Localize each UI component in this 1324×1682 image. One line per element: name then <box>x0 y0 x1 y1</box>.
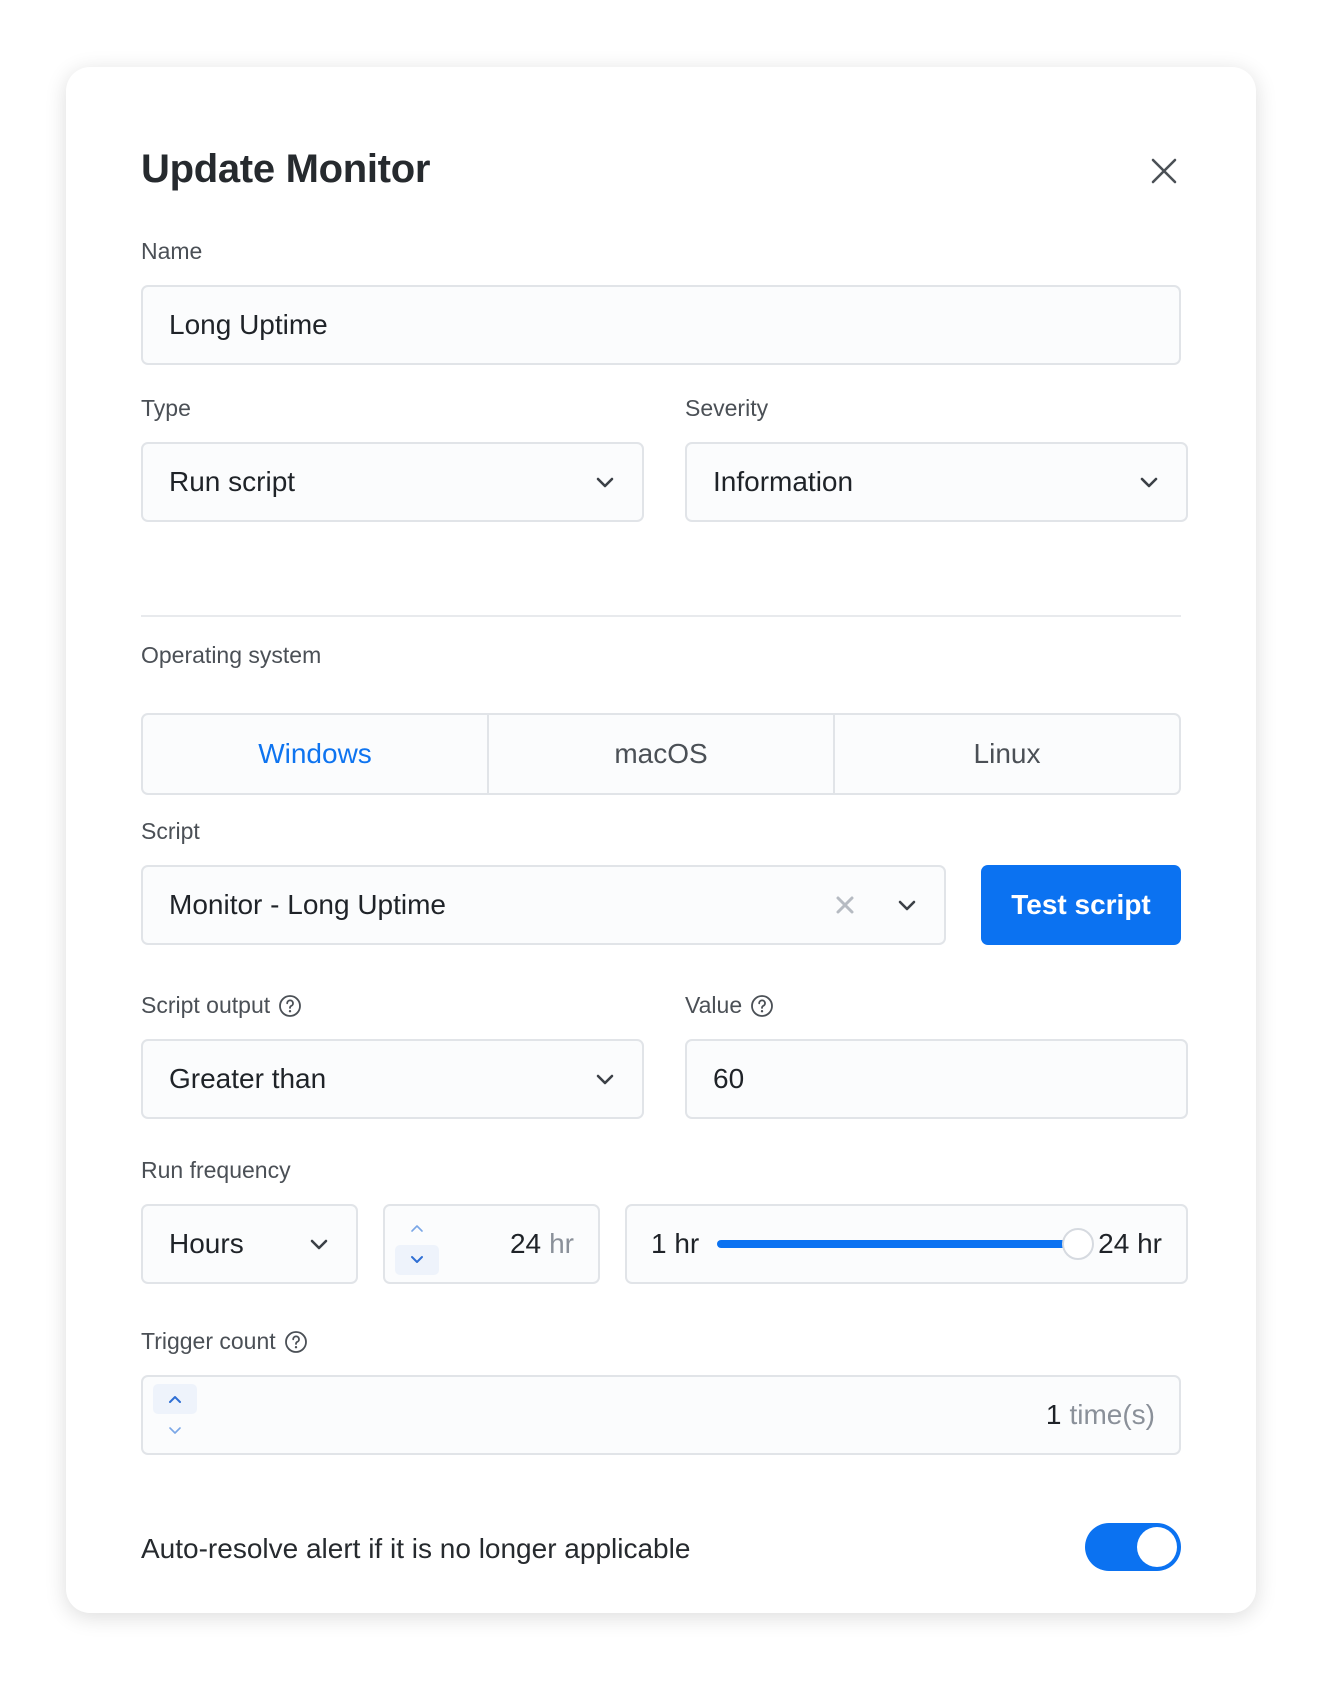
chevron-down-icon <box>1140 477 1158 488</box>
script-output-label-text: Script output <box>141 992 271 1018</box>
type-select[interactable]: Run script <box>141 442 644 522</box>
run-frequency-label-text: Run frequency <box>141 1157 291 1183</box>
name-label-text: Name <box>141 238 203 264</box>
slider-max-label: 24 hr <box>1098 1228 1162 1259</box>
close-icon[interactable] <box>1148 155 1180 187</box>
toggle-knob <box>1137 1527 1177 1567</box>
help-circle-icon[interactable] <box>278 994 302 1018</box>
help-circle-icon[interactable] <box>284 1330 308 1354</box>
value-input-value: 60 <box>713 1063 745 1094</box>
step-down-button[interactable] <box>153 1416 197 1446</box>
help-circle-icon[interactable] <box>750 994 774 1018</box>
dialog-title: Update Monitor <box>141 147 431 191</box>
type-label-text: Type <box>141 395 191 421</box>
name-label: Name <box>141 238 202 265</box>
trigger-count-label: Trigger count <box>141 1328 308 1355</box>
auto-resolve-label: Auto-resolve alert if it is no longer ap… <box>141 1533 691 1564</box>
type-select-value: Run script <box>169 466 296 497</box>
run-frequency-amount-value: 24 <box>509 1228 542 1259</box>
name-input[interactable]: Long Uptime <box>141 285 1181 365</box>
run-frequency-unit-value: Hours <box>169 1228 244 1259</box>
run-frequency-slider[interactable] <box>717 1228 1095 1260</box>
chevron-down-icon <box>310 1239 328 1250</box>
script-output-select[interactable]: Greater than <box>141 1039 644 1119</box>
stepper-buttons <box>395 1213 439 1275</box>
chevron-down-icon <box>596 477 614 488</box>
chevron-down-icon <box>411 1256 423 1263</box>
slider-min-label: 1 hr <box>651 1228 700 1259</box>
script-output-label: Script output <box>141 992 302 1019</box>
slider-thumb[interactable] <box>1062 1228 1095 1260</box>
severity-label-text: Severity <box>685 395 769 421</box>
severity-label: Severity <box>685 395 768 422</box>
step-down-button[interactable] <box>395 1245 439 1275</box>
os-label-text: Operating system <box>141 642 322 668</box>
value-label: Value <box>685 992 774 1019</box>
script-label-text: Script <box>141 818 200 844</box>
run-frequency-label: Run frequency <box>141 1157 291 1184</box>
chevron-up-icon <box>411 1225 423 1232</box>
clear-icon[interactable] <box>834 894 856 916</box>
stepper-buttons <box>153 1384 197 1446</box>
os-option-windows[interactable]: Windows <box>143 715 489 793</box>
value-label-text: Value <box>685 992 743 1018</box>
step-up-button[interactable] <box>395 1213 439 1243</box>
os-option-macos[interactable]: macOS <box>489 715 835 793</box>
os-segmented-control: Windows macOS Linux <box>141 713 1181 795</box>
os-option-linux[interactable]: Linux <box>835 715 1179 793</box>
auto-resolve-toggle[interactable] <box>1085 1523 1181 1571</box>
script-output-select-value: Greater than <box>169 1063 327 1094</box>
step-up-button[interactable] <box>153 1384 197 1414</box>
severity-select[interactable]: Information <box>685 442 1188 522</box>
script-select-value: Monitor - Long Uptime <box>169 889 447 920</box>
severity-select-value: Information <box>713 466 854 497</box>
run-frequency-slider-field: 1 hr 24 hr <box>625 1204 1188 1284</box>
section-divider <box>141 615 1181 617</box>
run-frequency-unit-select[interactable]: Hours <box>141 1204 358 1284</box>
chevron-down-icon <box>898 900 916 911</box>
update-monitor-dialog: Update Monitor Name Long Uptime Type Run… <box>66 67 1256 1613</box>
chevron-up-icon <box>169 1396 181 1403</box>
test-script-button[interactable]: Test script <box>981 865 1181 945</box>
trigger-count-stepper[interactable]: 1 time(s) <box>141 1375 1181 1455</box>
script-select[interactable]: Monitor - Long Uptime <box>141 865 946 945</box>
trigger-count-label-text: Trigger count <box>141 1328 276 1354</box>
value-input[interactable]: 60 <box>685 1039 1188 1119</box>
type-label: Type <box>141 395 191 422</box>
trigger-count-value: 1 <box>1045 1399 1062 1430</box>
trigger-count-unit: time(s) <box>1069 1399 1155 1430</box>
script-label: Script <box>141 818 200 845</box>
name-input-value: Long Uptime <box>169 309 328 340</box>
chevron-down-icon <box>169 1427 181 1434</box>
os-label: Operating system <box>141 642 321 669</box>
run-frequency-amount-unit: hr <box>549 1228 574 1259</box>
chevron-down-icon <box>596 1074 614 1085</box>
run-frequency-amount-stepper[interactable]: 24 hr <box>383 1204 600 1284</box>
